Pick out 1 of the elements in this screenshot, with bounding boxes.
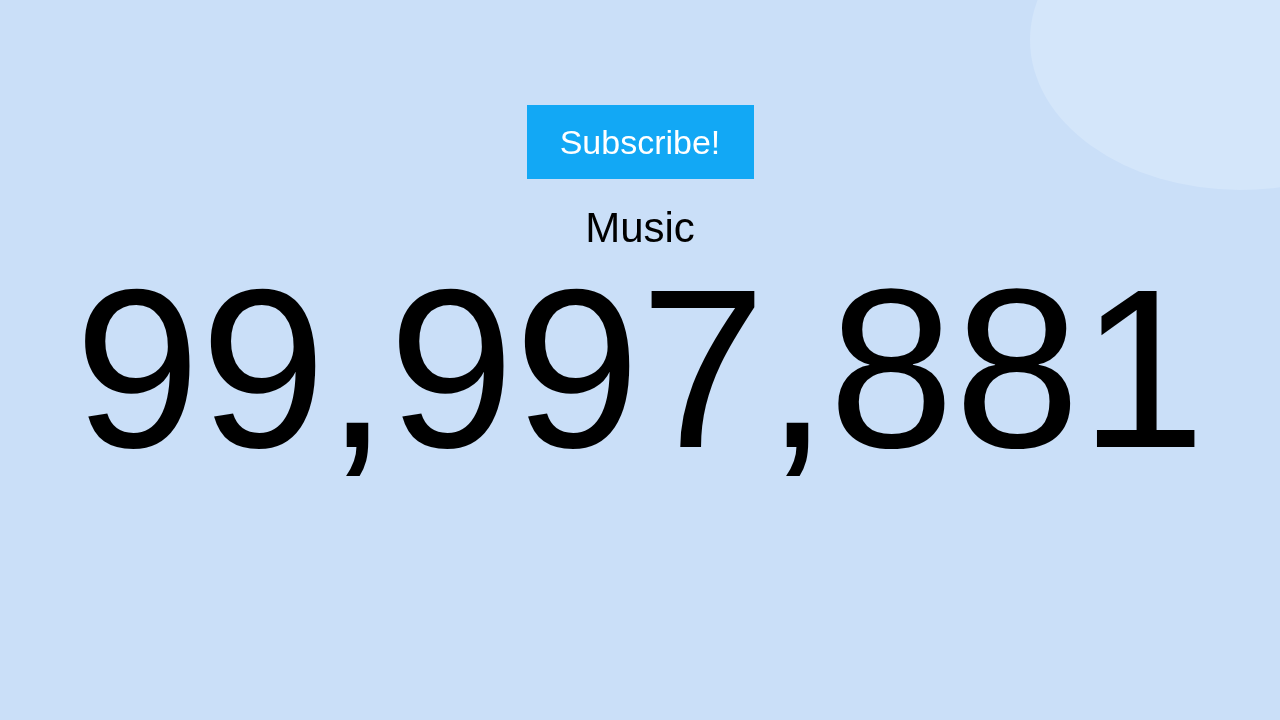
subscribe-button[interactable]: Subscribe! bbox=[526, 105, 754, 179]
